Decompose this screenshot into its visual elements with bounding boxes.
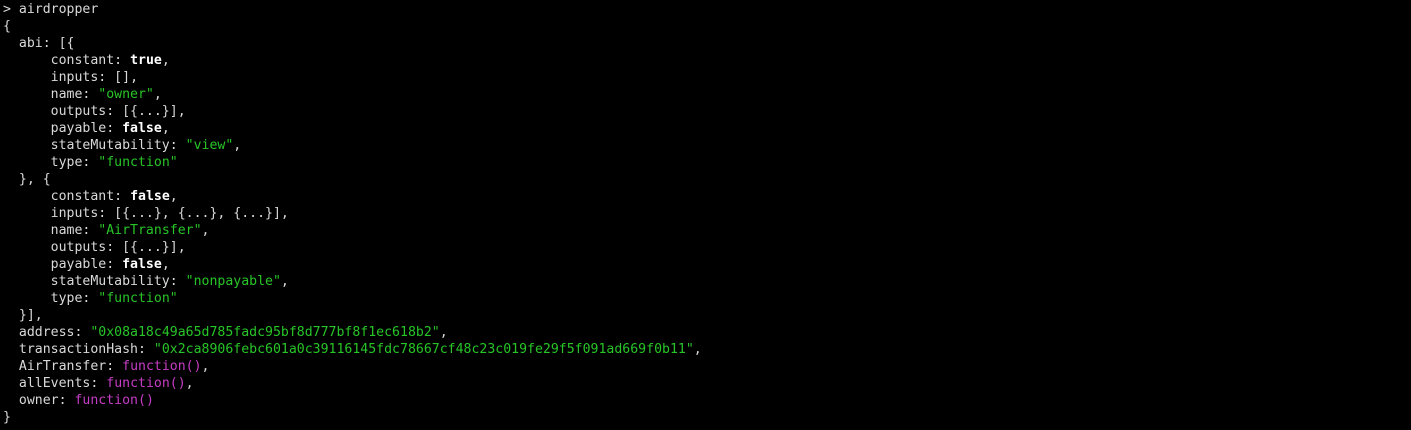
terminal-window[interactable]: > airdropper{ abi: [{ constant: true, in… [0, 0, 1411, 430]
abi-0-payable-line: payable: false, [50, 121, 170, 136]
abi-1-type-value: "function" [98, 291, 178, 306]
abi-1-name-line: name: "AirTransfer", [50, 223, 210, 238]
output-close-brace: } [3, 410, 11, 425]
allevents-value: function() [106, 376, 186, 391]
abi-close: }], [18, 308, 43, 323]
abi-0-type-line: type: "function" [50, 155, 178, 170]
abi-0-outputs-value: [{...}] [122, 104, 178, 119]
abi-0-name-line: name: "owner", [50, 87, 162, 102]
abi-1-payable-line: payable: false, [50, 257, 170, 272]
address-value: "0x08a18c49a65d785fadc95bf8d777bf8f1ec61… [90, 325, 440, 340]
abi-1-statemutability-value: "nonpayable" [185, 274, 281, 289]
abi-0-inputs-value: [] [114, 70, 131, 85]
owner-line: owner: function() [18, 393, 154, 408]
prompt-symbol: > [3, 2, 11, 17]
abi-line: abi: [{ [18, 36, 75, 51]
command-text: airdropper [18, 2, 99, 17]
transaction-hash-value: "0x2ca8906febc601a0c39116145fdc78667cf48… [153, 342, 694, 357]
abi-1-inputs-value: [{...}, {...}, {...}] [114, 206, 281, 221]
airtransfer-line: AirTransfer: function(), [18, 359, 210, 374]
abi-0-outputs-line: outputs: [{...}], [50, 104, 186, 119]
abi-1-type-line: type: "function" [50, 291, 178, 306]
abi-0-inputs-line: inputs: [], [50, 70, 139, 85]
prompt-line: > airdropper [3, 1, 1411, 18]
abi-1-name-value: "AirTransfer" [98, 223, 202, 238]
abi-1-payable-value: false [122, 257, 162, 272]
abi-0-constant-value: true [130, 53, 162, 68]
abi-key: abi [18, 36, 43, 51]
abi-entry-separator: }, { [18, 172, 51, 187]
abi-open: [{ [58, 36, 75, 51]
transaction-hash-key: transactionHash [18, 342, 138, 357]
abi-0-statemutability-line: stateMutability: "view", [50, 138, 242, 153]
abi-1-outputs-line: outputs: [{...}], [50, 240, 186, 255]
abi-0-name-value: "owner" [98, 87, 154, 102]
cursor-line[interactable] [3, 426, 1411, 430]
allevents-line: allEvents: function(), [18, 376, 194, 391]
airtransfer-key: AirTransfer [18, 359, 107, 374]
output-open-brace: { [3, 19, 11, 34]
abi-1-inputs-line: inputs: [{...}, {...}, {...}], [50, 206, 289, 221]
allevents-key: allEvents [18, 376, 91, 391]
abi-0-payable-value: false [122, 121, 162, 136]
abi-1-statemutability-line: stateMutability: "nonpayable", [50, 274, 289, 289]
abi-0-type-value: "function" [98, 155, 178, 170]
abi-0-constant-line: constant: true, [50, 53, 170, 68]
abi-1-constant-line: constant: false, [50, 189, 178, 204]
abi-0-statemutability-value: "view" [185, 138, 234, 153]
transaction-hash-line: transactionHash: "0x2ca8906febc601a0c391… [18, 342, 702, 357]
abi-1-constant-value: false [130, 189, 170, 204]
owner-key: owner [18, 393, 59, 408]
owner-value: function() [74, 393, 154, 408]
address-line: address: "0x08a18c49a65d785fadc95bf8d777… [18, 325, 448, 340]
abi-1-outputs-value: [{...}] [122, 240, 178, 255]
airtransfer-value: function() [122, 359, 202, 374]
address-key: address [18, 325, 75, 340]
